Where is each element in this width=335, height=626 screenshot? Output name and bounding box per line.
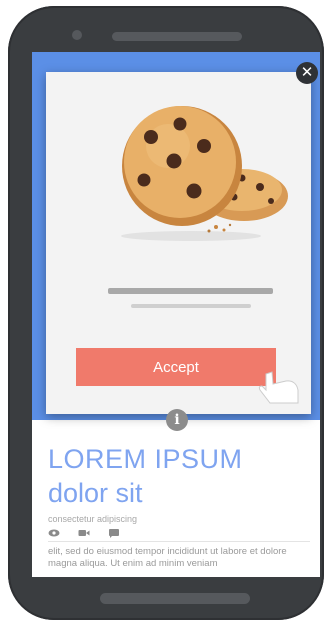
divider xyxy=(48,541,310,542)
meta-row xyxy=(48,528,120,538)
cookie-consent-modal: Accept i xyxy=(46,72,311,431)
page-body-text: elit, sed do eiusmod tempor incididunt u… xyxy=(48,546,287,569)
placeholder-text-line-short xyxy=(131,304,251,308)
home-bar xyxy=(100,593,250,604)
close-icon[interactable]: ✕ xyxy=(296,62,318,84)
eye-icon xyxy=(48,529,60,537)
accept-button[interactable]: Accept xyxy=(76,348,276,386)
page-subheading: dolor sit xyxy=(48,478,143,508)
placeholder-text-line xyxy=(108,288,273,294)
page-heading: LOREM IPSUM xyxy=(48,444,243,474)
chat-icon xyxy=(109,529,119,538)
hand-cursor-icon xyxy=(258,371,299,404)
phone-frame: LOREM IPSUM dolor sit consectetur adipis… xyxy=(8,6,324,620)
info-icon[interactable]: i xyxy=(166,409,188,431)
phone-screen: LOREM IPSUM dolor sit consectetur adipis… xyxy=(32,52,320,577)
speaker-grille xyxy=(112,32,242,41)
camera-dot xyxy=(72,30,82,40)
cookie-illustration xyxy=(121,106,288,241)
video-icon xyxy=(78,530,90,536)
page-tagline: consectetur adipiscing xyxy=(48,514,138,524)
